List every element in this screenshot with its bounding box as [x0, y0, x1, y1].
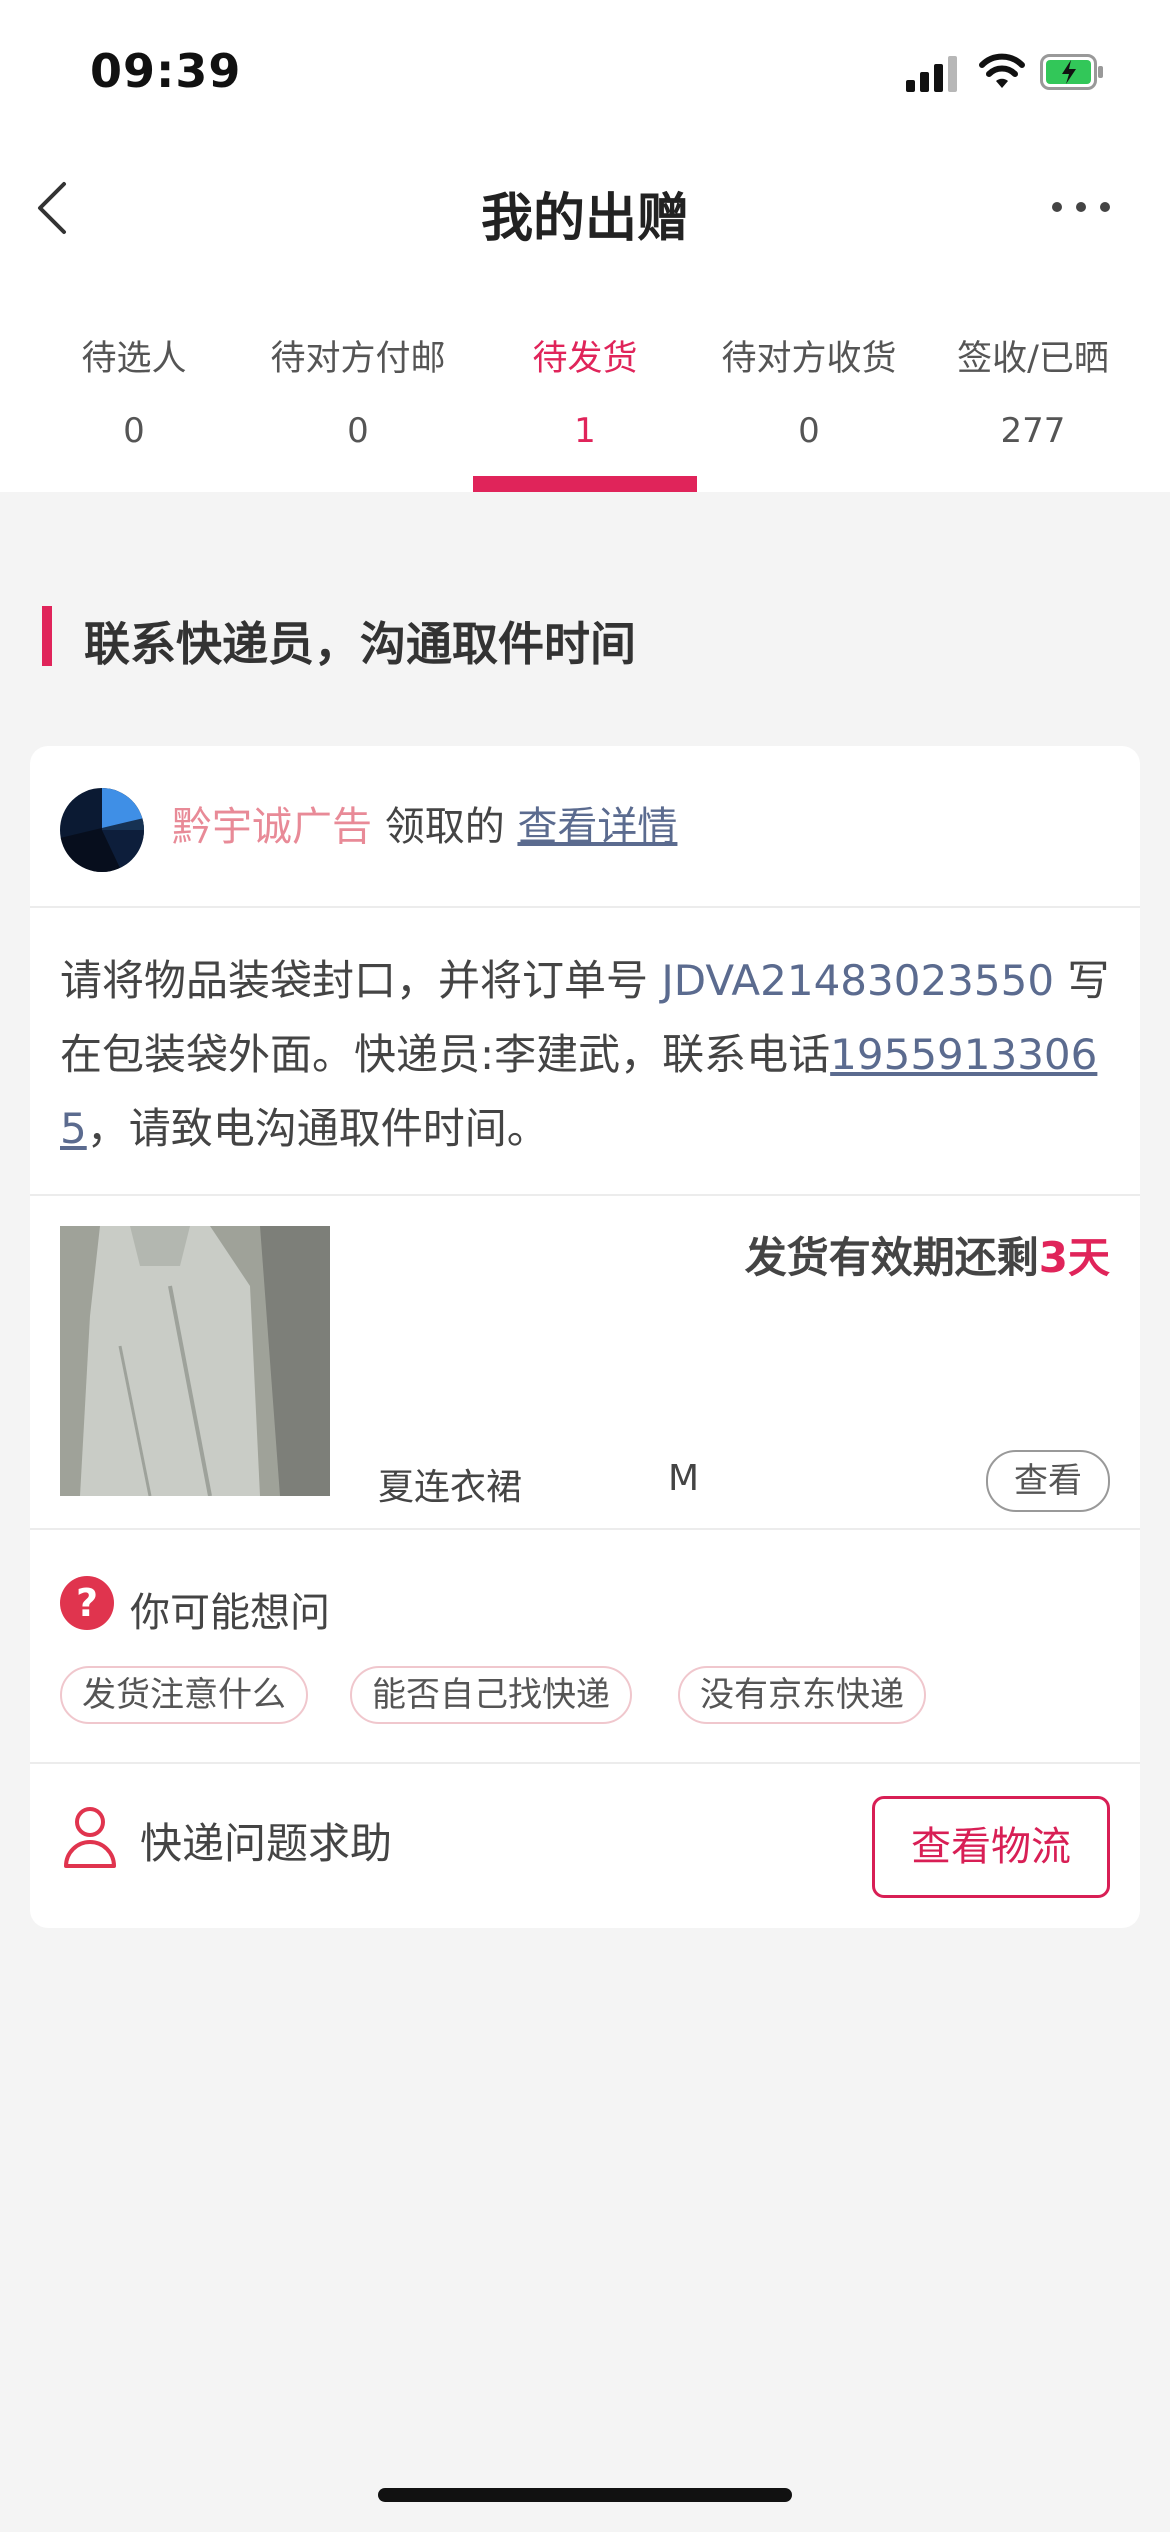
claim-text: 领取的 [384, 804, 505, 850]
section-accent-bar [42, 606, 52, 666]
wifi-icon [979, 53, 1025, 88]
tab-label: 待选人 [81, 339, 187, 379]
divider [30, 906, 1140, 908]
status-tabs: 待选人 0 待对方付邮 0 待发货 1 待对方收货 0 签收/已晒 277 [0, 320, 1170, 492]
tab-pending-receipt[interactable]: 待对方收货 0 [697, 320, 921, 492]
tab-count: 0 [347, 411, 369, 451]
active-tab-indicator [473, 476, 697, 492]
track-shipment-button[interactable]: 查看物流 [872, 1796, 1110, 1898]
avatar[interactable] [60, 788, 144, 872]
courier-help-link[interactable]: 快递问题求助 [140, 1810, 392, 1871]
item-size: M [668, 1458, 700, 1499]
status-time: 09:39 [90, 44, 242, 98]
tab-received[interactable]: 签收/已晒 277 [921, 320, 1145, 492]
shipment-card: 黔宇诚广告 领取的 查看详情 请将物品装袋封口，并将订单号 JDVA214830… [30, 746, 1140, 1928]
view-item-button[interactable]: 查看 [986, 1450, 1110, 1512]
faq-chip-no-jd-courier[interactable]: 没有京东快递 [678, 1666, 926, 1724]
battery-charging-icon [1040, 54, 1103, 90]
tab-pending-select[interactable]: 待选人 0 [22, 320, 246, 492]
faq-chip-own-courier[interactable]: 能否自己找快递 [350, 1666, 632, 1724]
view-details-link[interactable]: 查看详情 [517, 804, 677, 850]
deadline-text: 发货有效期还剩3天 [745, 1224, 1110, 1285]
item-thumbnail[interactable] [60, 1226, 330, 1496]
deadline-prefix: 发货有效期还剩 [744, 1233, 1039, 1282]
tab-label: 待对方付邮 [270, 339, 446, 379]
shipping-instructions: 请将物品装袋封口，并将订单号 JDVA21483023550 写在包装袋外面。快… [60, 944, 1110, 1166]
divider [30, 1762, 1140, 1764]
item-name: 夏连衣裙 [378, 1467, 523, 1508]
tab-count: 1 [574, 411, 596, 451]
tab-label: 待对方收货 [721, 339, 897, 379]
cellular-signal-icon [906, 56, 958, 92]
tab-pending-shipment[interactable]: 待发货 1 [473, 320, 697, 492]
faq-title: 你可能想问 [130, 1590, 330, 1636]
claim-row: 黔宇诚广告 领取的 查看详情 [172, 794, 677, 852]
tab-pending-postage[interactable]: 待对方付邮 0 [246, 320, 470, 492]
tab-label: 待发货 [532, 339, 638, 379]
divider [30, 1194, 1140, 1196]
divider [30, 1528, 1140, 1530]
tab-count: 0 [798, 411, 820, 451]
tab-count: 0 [123, 411, 145, 451]
more-dots-icon[interactable] [1052, 196, 1110, 216]
section-title: 联系快递员，沟通取件时间 [84, 617, 636, 671]
instruction-prefix: 请将物品装袋封口，并将订单号 [60, 956, 662, 1005]
question-icon: ? [60, 1576, 114, 1630]
order-number: JDVA21483023550 [661, 956, 1055, 1005]
home-indicator[interactable] [378, 2488, 792, 2502]
faq-chip-shipping-notes[interactable]: 发货注意什么 [60, 1666, 308, 1724]
page-title: 我的出赠 [480, 189, 689, 249]
claimer-name[interactable]: 黔宇诚广告 [172, 804, 372, 850]
deadline-days: 3天 [1038, 1233, 1110, 1282]
person-icon [64, 1807, 116, 1868]
tab-label: 签收/已晒 [957, 339, 1109, 379]
tab-count: 277 [1000, 411, 1066, 451]
instruction-suffix: ，请致电沟通取件时间。 [86, 1104, 549, 1153]
